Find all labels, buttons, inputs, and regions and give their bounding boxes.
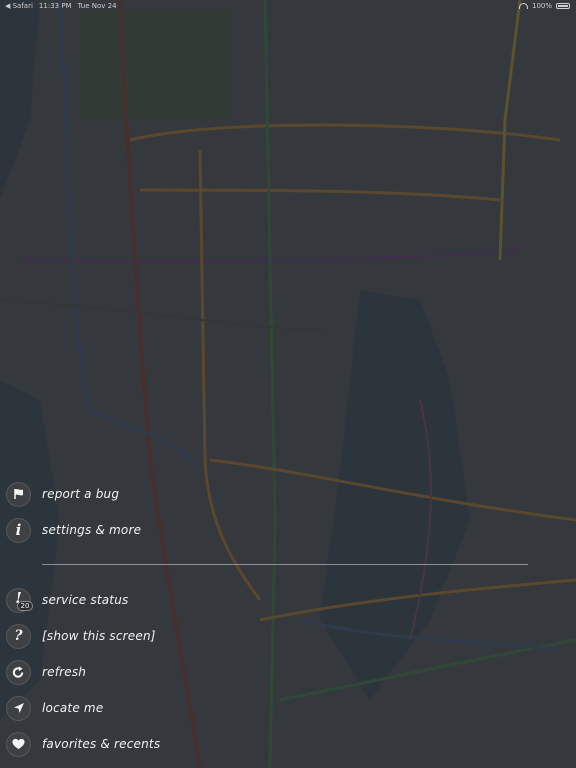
menu-item-label: [show this screen] [42, 629, 156, 643]
status-date: Tue Nov 24 [77, 2, 117, 10]
battery-percent: 100% [531, 2, 552, 10]
menu-item-label: refresh [42, 665, 87, 679]
exclamation-icon: ! 20 [6, 587, 33, 613]
menu-divider [42, 564, 528, 565]
info-icon: i [6, 517, 31, 543]
menu-item-locate-me[interactable]: locate me [6, 694, 103, 722]
menu-item-show-screen[interactable]: ? [show this screen] [6, 622, 156, 650]
wifi-icon [518, 3, 528, 9]
menu-item-settings[interactable]: i settings & more [6, 516, 141, 544]
question-icon: ? [6, 623, 31, 649]
flag-icon [6, 481, 31, 507]
menu-item-label: service status [42, 593, 129, 607]
battery-icon [556, 3, 570, 9]
menu-item-label: locate me [42, 701, 104, 715]
side-menu: report a bug i settings & more ! 20 serv… [0, 0, 576, 768]
menu-item-refresh[interactable]: refresh [6, 658, 86, 686]
menu-item-label: report a bug [42, 487, 120, 501]
service-alert-count-badge: 20 [17, 600, 33, 611]
menu-item-report-bug[interactable]: report a bug [6, 480, 119, 508]
location-arrow-icon [6, 695, 31, 721]
status-time: 11:33 PM [38, 2, 72, 10]
menu-item-favorites[interactable]: favorites & recents [6, 730, 160, 758]
refresh-icon [6, 659, 31, 685]
heart-icon [6, 731, 31, 757]
menu-item-label: favorites & recents [42, 737, 161, 751]
back-to-app-link[interactable]: ◀ Safari [5, 0, 33, 12]
menu-item-label: settings & more [42, 523, 142, 537]
menu-item-service-status[interactable]: ! 20 service status [6, 586, 128, 614]
ios-status-bar: ◀ Safari 11:33 PM Tue Nov 24 100% [0, 0, 576, 12]
